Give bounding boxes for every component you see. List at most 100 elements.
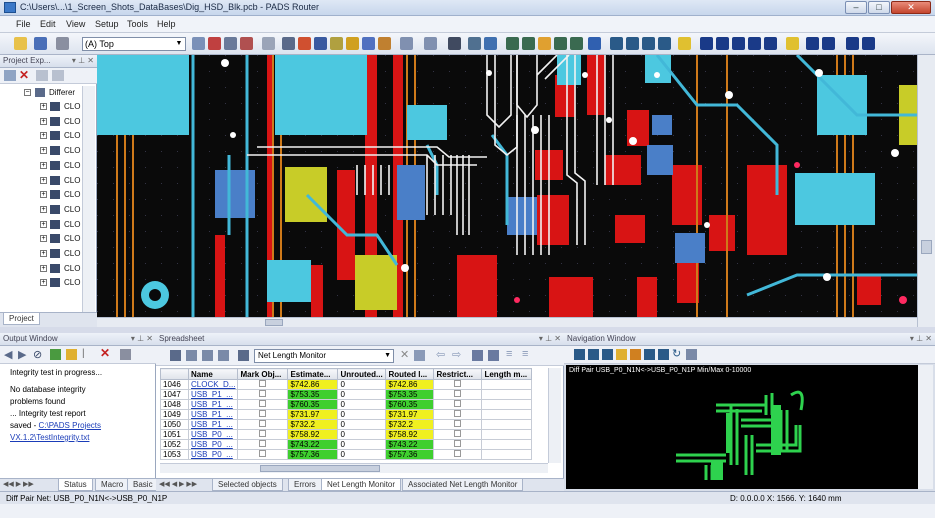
route-2-icon[interactable] — [716, 37, 729, 50]
navigation-scrollbar[interactable] — [918, 365, 933, 489]
view-2-icon[interactable] — [522, 37, 535, 50]
view-6-icon[interactable] — [588, 37, 601, 50]
stop-icon[interactable]: ⊘ — [33, 348, 42, 361]
move-1-icon[interactable] — [806, 37, 819, 50]
net-name[interactable]: USB_P1_... — [187, 409, 239, 420]
mark-object-cell[interactable] — [237, 419, 289, 430]
net-name[interactable]: USB_P1_... — [187, 389, 239, 400]
route-4-icon[interactable] — [748, 37, 761, 50]
view-1-icon[interactable] — [506, 37, 519, 50]
net-name[interactable]: CLOCK_D... — [187, 379, 239, 390]
display-icon[interactable] — [262, 37, 275, 50]
mark-object-cell[interactable] — [237, 379, 289, 390]
arrow-left-icon[interactable]: ⇦ — [436, 348, 445, 361]
route-icon[interactable] — [282, 37, 295, 50]
nav-icon-4[interactable] — [616, 349, 627, 360]
delete-icon[interactable]: ✕ — [19, 68, 29, 82]
pan-icon[interactable] — [846, 37, 859, 50]
clear-icon[interactable]: ✕ — [100, 346, 110, 360]
menu-setup[interactable]: Setup — [95, 19, 119, 29]
panel-controls[interactable]: ▾ ⊥ ✕ — [539, 333, 561, 345]
tree-item[interactable]: + CLO — [0, 276, 80, 290]
expand-icon[interactable]: + — [40, 191, 47, 199]
lock-icon[interactable] — [378, 37, 391, 50]
tree-item[interactable]: + CLO — [0, 159, 80, 173]
mark-checkbox[interactable] — [259, 400, 267, 407]
mark-object-cell[interactable] — [237, 399, 289, 410]
sheet-icon-2[interactable] — [186, 350, 197, 361]
view-5-icon[interactable] — [570, 37, 583, 50]
expand-icon[interactable]: + — [40, 132, 47, 140]
tab-selected-objects[interactable]: Selected objects — [212, 479, 283, 491]
tab-errors[interactable]: Errors — [288, 479, 322, 491]
mark-object-cell[interactable] — [237, 409, 289, 420]
grid-view-icon[interactable] — [4, 70, 16, 81]
save-log-icon[interactable] — [66, 349, 77, 360]
restrict-checkbox[interactable] — [454, 430, 462, 437]
mark-object-cell[interactable] — [237, 439, 289, 450]
expand-icon[interactable]: + — [40, 279, 47, 287]
log-link[interactable]: VX.1.2\TestIntegrity.txt — [10, 432, 144, 444]
back-icon[interactable]: ◀ — [4, 348, 12, 361]
tree-item[interactable]: + CLO — [0, 144, 80, 158]
filter-icon[interactable] — [484, 37, 497, 50]
canvas-vertical-scrollbar[interactable] — [917, 55, 935, 327]
tree-root[interactable]: − Differer — [0, 86, 80, 100]
table-row[interactable]: 1048 USB_P1_... $760.35 0 $760.35 — [160, 399, 533, 410]
route-1-icon[interactable] — [700, 37, 713, 50]
redo-icon[interactable] — [424, 37, 437, 50]
expand-icon[interactable]: + — [40, 220, 47, 228]
nav-icon-1[interactable] — [574, 349, 585, 360]
layer-settings-icon[interactable] — [192, 37, 205, 50]
highlight-icon[interactable] — [362, 37, 375, 50]
panel-controls[interactable]: ▾ ⊥ ✕ — [910, 333, 932, 345]
tree-item[interactable]: + CLO — [0, 218, 80, 232]
sheet-vertical-scrollbar[interactable] — [548, 368, 561, 463]
grid-icon[interactable] — [330, 37, 343, 50]
layer-top-icon[interactable] — [610, 37, 623, 50]
menu-file[interactable]: File — [16, 19, 31, 29]
menu-edit[interactable]: Edit — [40, 19, 56, 29]
mark-object-cell[interactable] — [237, 389, 289, 400]
table-row[interactable]: 1049 USB_P1_... $731.97 0 $731.97 — [160, 409, 533, 420]
spreadsheet-icon[interactable] — [314, 37, 327, 50]
sheet-horizontal-scrollbar[interactable] — [160, 463, 548, 473]
open-icon[interactable] — [14, 37, 27, 50]
collapse-icon[interactable]: − — [24, 89, 31, 96]
mark-checkbox[interactable] — [259, 380, 267, 387]
nav-icon-5[interactable] — [630, 349, 641, 360]
route-5-icon[interactable] — [764, 37, 777, 50]
restrict-checkbox[interactable] — [454, 420, 462, 427]
tree-item[interactable]: + CLO — [0, 100, 80, 114]
resize-icon[interactable] — [862, 37, 875, 50]
expand-icon[interactable]: + — [40, 176, 47, 184]
panel-controls[interactable]: ▾ ⊥ ✕ — [72, 55, 94, 67]
layer-bottom-icon[interactable] — [658, 37, 671, 50]
expand-icon[interactable]: + — [40, 250, 47, 257]
move-2-icon[interactable] — [822, 37, 835, 50]
sheet-icon-1[interactable] — [170, 350, 181, 361]
tree-item[interactable]: + CLO — [0, 174, 80, 188]
column-header[interactable]: Length m... — [481, 368, 533, 380]
restrict-cell[interactable] — [433, 409, 483, 420]
layer-inner-icon[interactable] — [626, 37, 639, 50]
navigation-preview[interactable]: Diff Pair USB_P0_N1N<->USB_P0_N1P Min/Ma… — [566, 365, 918, 489]
mark-object-cell[interactable] — [237, 449, 289, 460]
expand-icon[interactable]: + — [40, 235, 47, 243]
sheet-scroll-thumb[interactable] — [260, 465, 380, 472]
print-icon[interactable] — [56, 37, 69, 50]
layer-inner2-icon[interactable] — [642, 37, 655, 50]
tab-nav-arrows[interactable]: ◀◀ ▶ ▶▶ — [3, 480, 34, 488]
menu-view[interactable]: View — [66, 19, 85, 29]
view-4-icon[interactable] — [554, 37, 567, 50]
mark-checkbox[interactable] — [259, 430, 267, 437]
tree-item[interactable]: + CLO — [0, 262, 80, 276]
tab-basic[interactable]: Basic — [127, 479, 159, 491]
mark-checkbox[interactable] — [259, 410, 267, 417]
nav-icon-7[interactable] — [658, 349, 669, 360]
net-name[interactable]: USB_P1_... — [187, 399, 239, 410]
canvas-horizontal-scrollbar[interactable] — [97, 317, 917, 327]
mark-checkbox[interactable] — [259, 420, 267, 427]
print-icon[interactable] — [120, 349, 131, 360]
table-row[interactable]: 1050 USB_P1_... $732.2 0 $732.2 — [160, 419, 533, 430]
